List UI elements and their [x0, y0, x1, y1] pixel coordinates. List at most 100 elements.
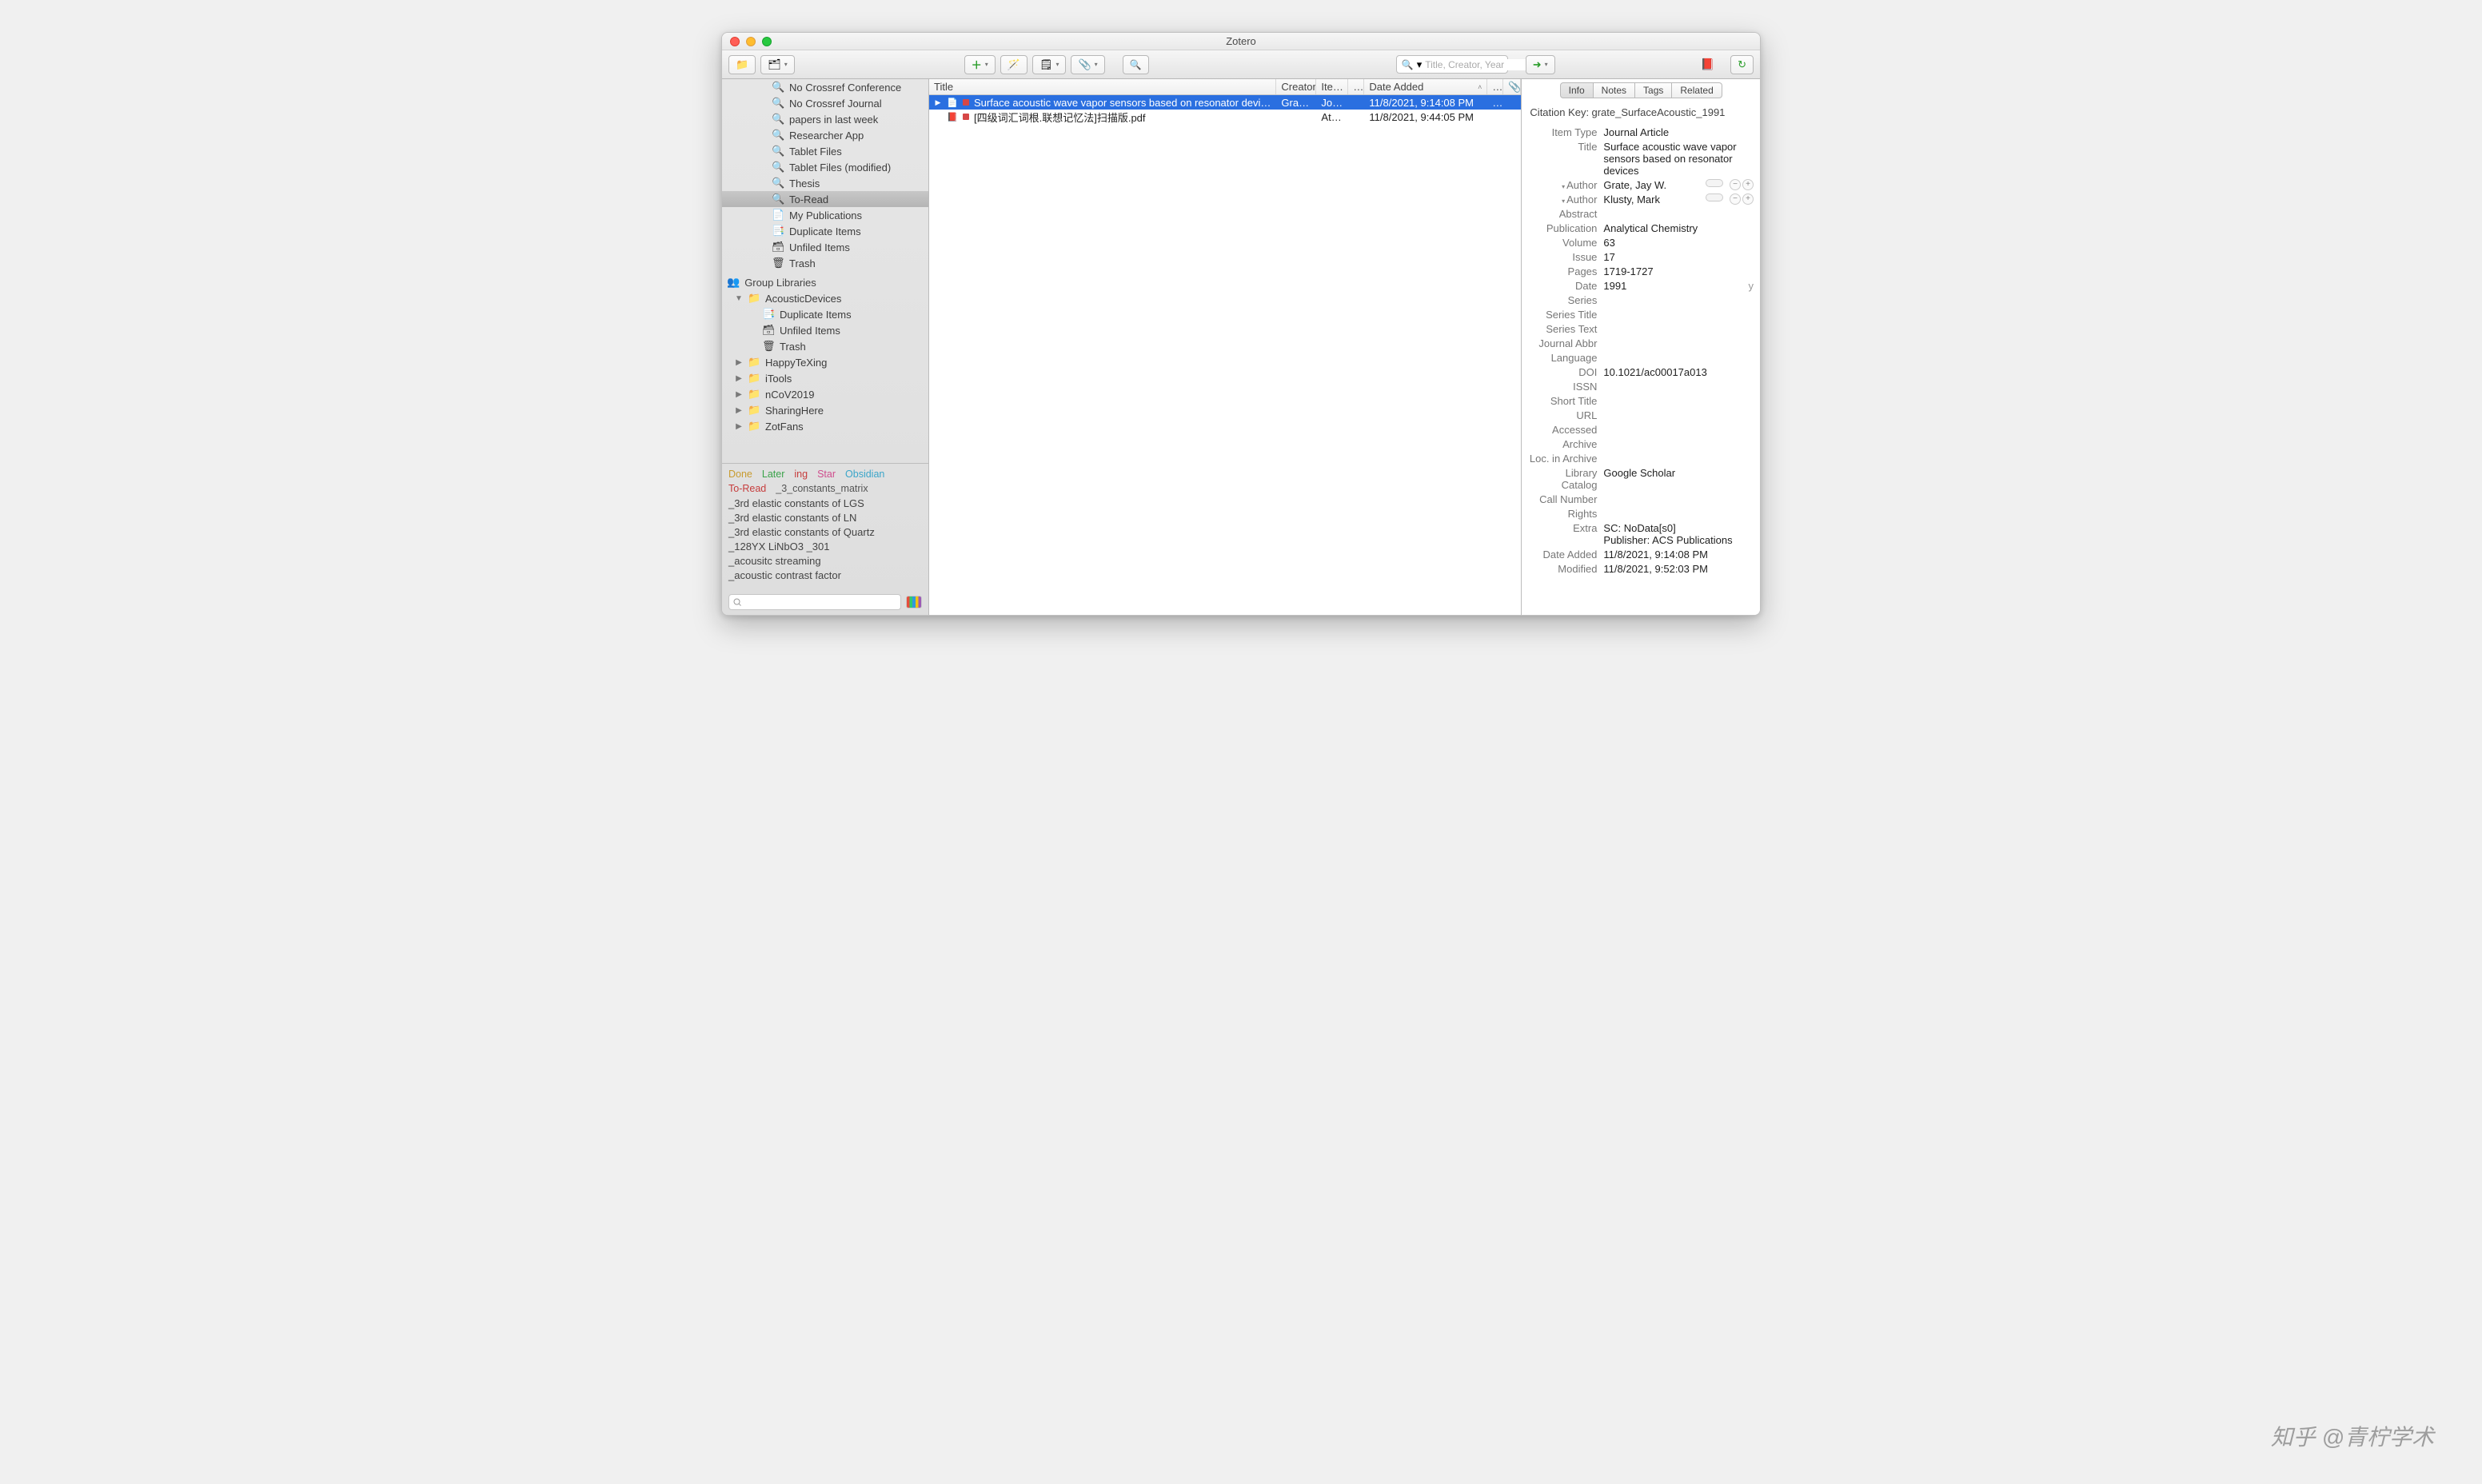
- remove-author-button[interactable]: −: [1730, 179, 1741, 190]
- tab-tags[interactable]: Tags: [1635, 82, 1672, 98]
- disclosure-icon[interactable]: ▶: [735, 374, 743, 383]
- tab-notes[interactable]: Notes: [1594, 82, 1635, 98]
- locate-button[interactable]: ➜▾: [1526, 55, 1555, 74]
- field-value[interactable]: Journal Article: [1603, 126, 1754, 138]
- field-value[interactable]: Grate, Jay W.: [1603, 179, 1696, 191]
- sidebar-item[interactable]: 🗃Unfiled Items: [722, 239, 928, 255]
- field-value[interactable]: 63: [1603, 237, 1754, 249]
- new-item-button[interactable]: ＋▾: [964, 55, 996, 74]
- sidebar-item[interactable]: 📄My Publications: [722, 207, 928, 223]
- add-author-button[interactable]: +: [1742, 179, 1754, 190]
- column-misc[interactable]: …: [1487, 79, 1503, 94]
- collections-tree[interactable]: 🔍No Crossref Conference🔍No Crossref Jour…: [722, 79, 928, 463]
- item-type: Jou…: [1316, 97, 1348, 109]
- sidebar-item[interactable]: 🔍papers in last week: [722, 111, 928, 127]
- tag[interactable]: To-Read: [728, 483, 766, 494]
- field-value[interactable]: 11/8/2021, 9:14:08 PM: [1603, 549, 1754, 560]
- column-creator[interactable]: Creator: [1276, 79, 1316, 94]
- sidebar-item[interactable]: 🔍No Crossref Conference: [722, 79, 928, 95]
- column-header[interactable]: Title Creator Ite… … Date Added˄ … 📎: [929, 79, 1521, 95]
- author-mode-toggle[interactable]: [1706, 179, 1723, 187]
- chevron-down-icon[interactable]: ▾: [1562, 183, 1565, 190]
- tag[interactable]: Star: [817, 469, 836, 480]
- advanced-search-button[interactable]: 🔍: [1123, 55, 1149, 74]
- disclosure-icon[interactable]: ▶: [735, 422, 743, 431]
- add-author-button[interactable]: +: [1742, 193, 1754, 205]
- item-info-scroll[interactable]: Citation Key: grate_SurfaceAcoustic_1991…: [1522, 100, 1760, 615]
- column-attachment[interactable]: 📎: [1503, 79, 1521, 94]
- sidebar-item[interactable]: 🔍Tablet Files (modified): [722, 159, 928, 175]
- sync-button[interactable]: ↻: [1730, 55, 1754, 74]
- tag[interactable]: _128YX LiNbO3 _301: [728, 541, 922, 553]
- disclosure-icon[interactable]: ▼: [735, 294, 743, 303]
- item-row[interactable]: ▶📄Surface acoustic wave vapor sensors ba…: [929, 95, 1521, 110]
- sidebar-item[interactable]: 🔍Researcher App: [722, 127, 928, 143]
- item-row[interactable]: 📕[四级词汇词根.联想记忆法]扫描版.pdfAtt…11/8/2021, 9:4…: [929, 110, 1521, 124]
- field-value[interactable]: 10.1021/ac00017a013: [1603, 366, 1754, 378]
- disclosure-icon[interactable]: ▶: [735, 358, 743, 367]
- sidebar-item[interactable]: 🗑Trash: [722, 255, 928, 271]
- tag[interactable]: _acousitc streaming: [728, 555, 922, 567]
- items-list[interactable]: ▶📄Surface acoustic wave vapor sensors ba…: [929, 95, 1521, 615]
- field-value[interactable]: 1991y: [1603, 280, 1754, 292]
- field-value[interactable]: 1719-1727: [1603, 265, 1754, 277]
- sidebar-item[interactable]: ▶📁iTools: [722, 370, 928, 386]
- tag-filter-input[interactable]: [728, 594, 901, 610]
- sidebar-item[interactable]: 🗑Trash: [722, 338, 928, 354]
- tag[interactable]: Done: [728, 469, 752, 480]
- sidebar-item[interactable]: ▶📁nCoV2019: [722, 386, 928, 402]
- sidebar-item[interactable]: 🔍No Crossref Journal: [722, 95, 928, 111]
- new-note-button[interactable]: 🗒▾: [1032, 55, 1067, 74]
- disclosure-icon[interactable]: ▶: [934, 98, 942, 107]
- tag[interactable]: _3rd elastic constants of LN: [728, 512, 922, 524]
- sync-icon: ↻: [1738, 58, 1746, 71]
- disclosure-icon[interactable]: ▶: [735, 406, 743, 415]
- field-value[interactable]: SC: NoData[s0]Publisher: ACS Publication…: [1603, 522, 1754, 546]
- column-title[interactable]: Title: [929, 79, 1276, 94]
- sidebar-item[interactable]: 🔍Tablet Files: [722, 143, 928, 159]
- pdf-icon[interactable]: 📕: [1701, 58, 1714, 71]
- sidebar-item[interactable]: 🔍Thesis: [722, 175, 928, 191]
- sidebar-item[interactable]: 📑Duplicate Items: [722, 306, 928, 322]
- chevron-down-icon[interactable]: ▾: [1417, 58, 1423, 71]
- sidebar-item[interactable]: 🔍To-Read: [722, 191, 928, 207]
- tag[interactable]: ing: [794, 469, 808, 480]
- add-attachment-button[interactable]: 📎▾: [1071, 55, 1104, 74]
- author-mode-toggle[interactable]: [1706, 193, 1723, 201]
- field-value[interactable]: Analytical Chemistry: [1603, 222, 1754, 234]
- plus-icon: ＋: [972, 57, 982, 72]
- field-value[interactable]: 11/8/2021, 9:52:03 PM: [1603, 563, 1754, 575]
- tab-info[interactable]: Info: [1560, 82, 1594, 98]
- sidebar-item[interactable]: 📑Duplicate Items: [722, 223, 928, 239]
- remove-author-button[interactable]: −: [1730, 193, 1741, 205]
- new-library-button[interactable]: 🗂▾: [760, 55, 795, 74]
- tag[interactable]: _3_constants_matrix: [776, 483, 868, 494]
- field-value[interactable]: 17: [1603, 251, 1754, 263]
- quick-search[interactable]: 🔍▾: [1396, 55, 1508, 74]
- sidebar-item[interactable]: ▶📁SharingHere: [722, 402, 928, 418]
- column-itemtype[interactable]: Ite…: [1316, 79, 1348, 94]
- column-misc[interactable]: …: [1348, 79, 1364, 94]
- tag[interactable]: _3rd elastic constants of Quartz: [728, 526, 922, 538]
- tag-color-menu[interactable]: [906, 596, 922, 608]
- tag[interactable]: _3rd elastic constants of LGS: [728, 497, 922, 509]
- field-value[interactable]: Klusty, Mark: [1603, 193, 1696, 205]
- new-collection-button[interactable]: 📁: [728, 55, 756, 74]
- sidebar-item[interactable]: ▼📁AcousticDevices: [722, 290, 928, 306]
- disclosure-icon[interactable]: ▶: [735, 390, 743, 399]
- sidebar-item[interactable]: 🗃Unfiled Items: [722, 322, 928, 338]
- tab-related[interactable]: Related: [1672, 82, 1722, 98]
- citation-key-value[interactable]: grate_SurfaceAcoustic_1991: [1591, 106, 1725, 118]
- sidebar-item[interactable]: ▶📁ZotFans: [722, 418, 928, 434]
- sidebar-item-label: Tablet Files: [789, 146, 924, 158]
- chevron-down-icon[interactable]: ▾: [1562, 197, 1565, 205]
- add-by-identifier-button[interactable]: 🪄: [1000, 55, 1028, 74]
- field-value[interactable]: Google Scholar: [1603, 467, 1754, 479]
- tag[interactable]: _acoustic contrast factor: [728, 569, 922, 581]
- sidebar-item-label: My Publications: [789, 209, 924, 221]
- column-date-added[interactable]: Date Added˄: [1364, 79, 1487, 94]
- sidebar-item[interactable]: ▶📁HappyTeXing: [722, 354, 928, 370]
- tag[interactable]: Later: [762, 469, 785, 480]
- field-value[interactable]: Surface acoustic wave vapor sensors base…: [1603, 141, 1754, 177]
- tag[interactable]: Obsidian: [845, 469, 884, 480]
